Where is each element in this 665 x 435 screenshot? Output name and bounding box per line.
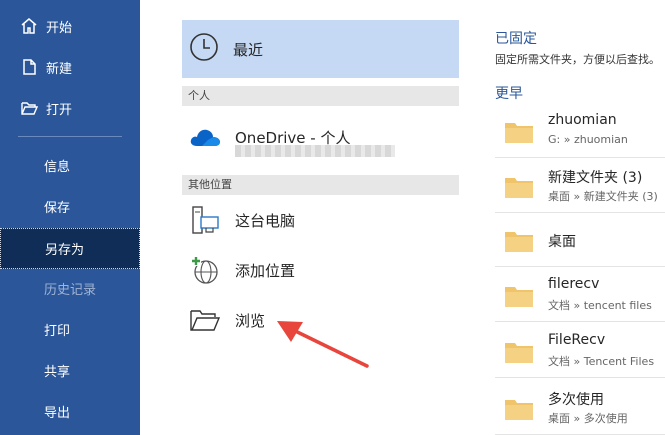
- nav-open-label: 打开: [46, 102, 73, 118]
- nav-export[interactable]: 导出: [0, 391, 140, 431]
- folder-name: 多次使用: [548, 392, 604, 408]
- folder-name: 桌面: [548, 234, 576, 250]
- nav-print[interactable]: 打印: [0, 309, 140, 349]
- folder-name: FileRecv: [548, 332, 606, 348]
- older-title: 更早: [495, 86, 523, 102]
- nav-share[interactable]: 共享: [0, 350, 140, 390]
- recent-folders-panel: 已固定 固定所需文件夹，方便以后查找。 更早 zhuomian G: » zhu…: [495, 0, 665, 435]
- location-recent[interactable]: 最近: [182, 20, 459, 78]
- folder-path: 桌面 » 多次使用: [548, 412, 628, 425]
- folder-icon: [504, 120, 534, 148]
- folder-open-icon: [187, 302, 223, 338]
- add-place-globe-icon: [187, 252, 223, 288]
- nav-print-label: 打印: [44, 323, 71, 339]
- nav-save-as[interactable]: 另存为: [0, 228, 140, 269]
- folder-icon: [504, 397, 534, 425]
- backstage-sidebar: 开始 新建 打开 信息 保存 另存为 历史记录 打印 共享 导出: [0, 0, 140, 435]
- folder-path: 文档 » Tencent Files: [548, 355, 655, 368]
- recent-folder-row[interactable]: FileRecv 文档 » Tencent Files: [495, 326, 665, 378]
- pinned-title: 已固定: [495, 31, 537, 47]
- recent-folder-row[interactable]: filerecv 文档 » tencent files: [495, 270, 665, 322]
- location-add-place[interactable]: 添加位置: [182, 248, 459, 292]
- recent-folder-row[interactable]: 多次使用 桌面 » 多次使用: [495, 383, 665, 435]
- nav-save-label: 保存: [44, 200, 71, 216]
- folder-icon: [504, 175, 534, 203]
- folder-path: 桌面 » 新建文件夹 (3): [548, 190, 658, 203]
- section-personal-header: 个人: [182, 86, 459, 106]
- nav-home[interactable]: 开始: [0, 6, 140, 46]
- clock-icon: [189, 32, 219, 66]
- location-recent-label: 最近: [233, 40, 264, 59]
- folder-icon: [504, 284, 534, 312]
- new-document-icon: [18, 56, 40, 78]
- recent-folder-row[interactable]: 新建文件夹 (3) 桌面 » 新建文件夹 (3): [495, 161, 665, 213]
- onedrive-account-blurred: [235, 145, 395, 157]
- nav-history-label: 历史记录: [44, 282, 97, 298]
- pinned-description: 固定所需文件夹，方便以后查找。: [495, 53, 660, 66]
- nav-info[interactable]: 信息: [0, 145, 140, 185]
- location-this-pc[interactable]: 这台电脑: [182, 198, 459, 242]
- folder-icon: [504, 340, 534, 368]
- folder-path: G: » zhuomian: [548, 133, 628, 146]
- nav-new-label: 新建: [46, 61, 73, 77]
- section-other-header: 其他位置: [182, 175, 459, 195]
- home-icon: [18, 15, 40, 37]
- folder-name: 新建文件夹 (3): [548, 170, 643, 186]
- nav-open[interactable]: 打开: [0, 88, 140, 128]
- location-add-place-label: 添加位置: [235, 261, 296, 280]
- nav-home-label: 开始: [46, 20, 73, 36]
- folder-icon: [504, 229, 534, 257]
- nav-new[interactable]: 新建: [0, 47, 140, 87]
- nav-divider: [18, 136, 122, 137]
- nav-export-label: 导出: [44, 405, 71, 421]
- open-folder-icon: [18, 97, 40, 119]
- folder-path: 文档 » tencent files: [548, 299, 652, 312]
- location-this-pc-label: 这台电脑: [235, 211, 296, 230]
- recent-folder-row[interactable]: zhuomian G: » zhuomian: [495, 106, 665, 158]
- nav-share-label: 共享: [44, 364, 71, 380]
- nav-info-label: 信息: [44, 159, 71, 175]
- folder-name: zhuomian: [548, 112, 617, 128]
- computer-icon: [187, 202, 223, 238]
- folder-name: filerecv: [548, 276, 600, 292]
- onedrive-cloud-icon: [187, 119, 223, 155]
- nav-save-as-label: 另存为: [45, 243, 85, 258]
- nav-history[interactable]: 历史记录: [0, 268, 140, 308]
- annotation-arrow: [277, 321, 369, 368]
- nav-save[interactable]: 保存: [0, 186, 140, 226]
- recent-folder-row[interactable]: 桌面: [495, 215, 665, 267]
